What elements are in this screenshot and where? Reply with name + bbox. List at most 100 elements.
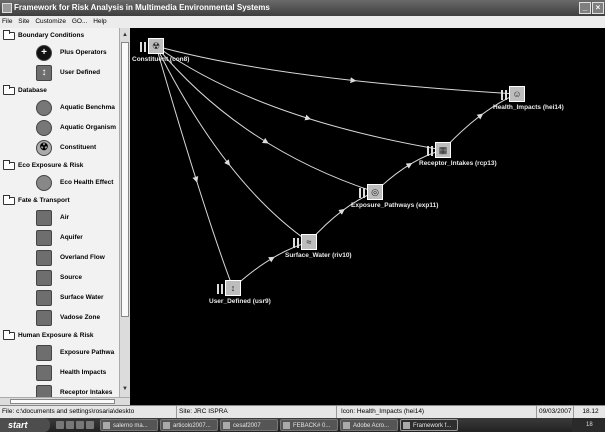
sidebar-horizontal-scrollbar[interactable] xyxy=(0,397,130,405)
group-boundary-conditions[interactable]: Boundary Conditions xyxy=(0,28,129,43)
connector-icon xyxy=(140,42,146,52)
minimize-button[interactable]: _ xyxy=(579,2,591,14)
connection-edge xyxy=(232,241,310,289)
scroll-down-arrow-icon[interactable]: ▼ xyxy=(120,384,130,394)
health-impacts-icon: ☺ xyxy=(509,86,525,102)
palette-item-air[interactable]: Air xyxy=(0,208,129,228)
menu-bar: File Site Customize GO... Help xyxy=(0,16,605,28)
group-fate-transport[interactable]: Fate & Transport xyxy=(0,193,129,208)
taskbar-item[interactable]: FEBACK# 0... xyxy=(280,419,338,431)
connection-edge xyxy=(374,149,444,193)
palette-item-exposure-pathway[interactable]: Exposure Pathwa xyxy=(0,343,129,363)
palette-item-health-impacts[interactable]: Health Impacts xyxy=(0,363,129,383)
eco-health-icon xyxy=(36,175,52,191)
connector-icon xyxy=(427,146,433,156)
air-icon xyxy=(36,210,52,226)
source-icon xyxy=(36,270,52,286)
folder-icon xyxy=(3,160,15,170)
receptor-intakes-icon xyxy=(36,385,52,397)
palette-item-user-defined[interactable]: ↕ User Defined xyxy=(0,63,129,83)
sidebar-vertical-scrollbar[interactable]: ▲ ▼ xyxy=(119,28,130,397)
window-icon xyxy=(223,422,230,429)
aquifer-icon xyxy=(36,230,52,246)
palette-item-aquifer[interactable]: Aquifer xyxy=(0,228,129,248)
folder-icon xyxy=(3,30,15,40)
palette-item-eco-health[interactable]: Eco Health Effect xyxy=(0,173,129,193)
node-label: Health_Impacts (hei14) xyxy=(493,104,564,111)
connector-icon xyxy=(359,188,365,198)
group-eco-exposure[interactable]: Eco Exposure & Risk xyxy=(0,158,129,173)
group-database[interactable]: Database xyxy=(0,83,129,98)
workspace-canvas[interactable]: ☢ Constituent (con8) ☺ Health_Impacts (h… xyxy=(131,28,605,405)
quick-launch-icon[interactable] xyxy=(56,421,64,429)
quick-launch-icon[interactable] xyxy=(76,421,84,429)
taskbar: start salerno ma... articolo2007... cesa… xyxy=(0,418,605,432)
taskbar-item-active[interactable]: Framework f... xyxy=(400,419,458,431)
connection-edge xyxy=(155,45,376,193)
edge-arrow xyxy=(262,137,269,144)
palette-item-vadose-zone[interactable]: Vadose Zone xyxy=(0,308,129,328)
palette-item-aquatic-organism[interactable]: Aquatic Organism xyxy=(0,118,129,138)
menu-file[interactable]: File xyxy=(2,18,12,25)
tray-clock: 18 xyxy=(586,422,593,428)
node-label: Surface_Water (riv10) xyxy=(285,252,352,259)
constituent-icon: ☢ xyxy=(36,140,52,156)
window-title: Framework for Risk Analysis in Multimedi… xyxy=(14,3,270,12)
palette-item-source[interactable]: Source xyxy=(0,268,129,288)
title-bar: Framework for Risk Analysis in Multimedi… xyxy=(0,0,605,16)
system-tray: 18 xyxy=(572,418,605,432)
quick-launch-icon[interactable] xyxy=(86,421,94,429)
menu-go[interactable]: GO... xyxy=(72,18,88,25)
edge-arrow xyxy=(224,159,231,166)
plus-icon: + xyxy=(36,45,52,61)
app-icon xyxy=(2,3,12,13)
surface-water-icon: ≈ xyxy=(301,234,317,250)
palette-item-aquatic-benchmark[interactable]: Aquatic Benchma xyxy=(0,98,129,118)
palette-item-surface-water[interactable]: Surface Water xyxy=(0,288,129,308)
group-human-exposure[interactable]: Human Exposure & Risk xyxy=(0,328,129,343)
connector-icon xyxy=(501,90,507,100)
edge-arrow xyxy=(304,114,312,121)
edge-arrow xyxy=(405,162,413,169)
user-defined-icon: ↕ xyxy=(36,65,52,81)
edge-arrow xyxy=(476,113,484,120)
exposure-pathway-icon: ◎ xyxy=(367,184,383,200)
node-label: Exposure_Pathways (exp11) xyxy=(351,202,439,209)
scrollbar-thumb[interactable] xyxy=(121,42,129,317)
taskbar-item[interactable]: cesaf2007 xyxy=(220,419,278,431)
taskbar-item[interactable]: articolo2007... xyxy=(160,419,218,431)
scroll-up-arrow-icon[interactable]: ▲ xyxy=(120,30,130,40)
aquatic-organism-icon xyxy=(36,120,52,136)
scrollbar-thumb[interactable] xyxy=(10,399,115,404)
vadose-zone-icon xyxy=(36,310,52,326)
palette-item-plus-operators[interactable]: + Plus Operators xyxy=(0,43,129,63)
palette-item-overland-flow[interactable]: Overland Flow xyxy=(0,248,129,268)
menu-customize[interactable]: Customize xyxy=(35,18,66,25)
surface-water-icon xyxy=(36,290,52,306)
close-button[interactable]: × xyxy=(592,2,604,14)
user-defined-icon: ↕ xyxy=(225,280,241,296)
menu-help[interactable]: Help xyxy=(93,18,106,25)
window-icon xyxy=(163,422,170,429)
connection-edge xyxy=(155,45,444,151)
exposure-pathway-icon xyxy=(36,345,52,361)
edge-arrow xyxy=(268,256,275,263)
edge-arrow xyxy=(338,208,345,215)
palette-sidebar: Boundary Conditions + Plus Operators ↕ Use… xyxy=(0,28,130,397)
menu-site[interactable]: Site xyxy=(18,18,29,25)
constituent-icon: ☢ xyxy=(148,38,164,54)
start-button[interactable]: start xyxy=(0,418,50,432)
palette-item-constituent[interactable]: ☢ Constituent xyxy=(0,138,129,158)
window-icon xyxy=(403,422,410,429)
overland-flow-icon xyxy=(36,250,52,266)
connection-edge xyxy=(155,45,518,95)
node-label: User_Defined (usr9) xyxy=(209,298,271,305)
connection-edge xyxy=(155,45,310,243)
connection-edge xyxy=(308,191,376,243)
quick-launch-icon[interactable] xyxy=(66,421,74,429)
taskbar-item[interactable]: Adobe Acro... xyxy=(340,419,398,431)
palette-item-receptor-intakes[interactable]: Receptor Intakes xyxy=(0,383,129,397)
taskbar-item[interactable]: salerno ma... xyxy=(100,419,158,431)
status-bar: File: c:\documents and settings\rosaria\… xyxy=(0,405,605,419)
edge-arrow xyxy=(192,176,199,183)
